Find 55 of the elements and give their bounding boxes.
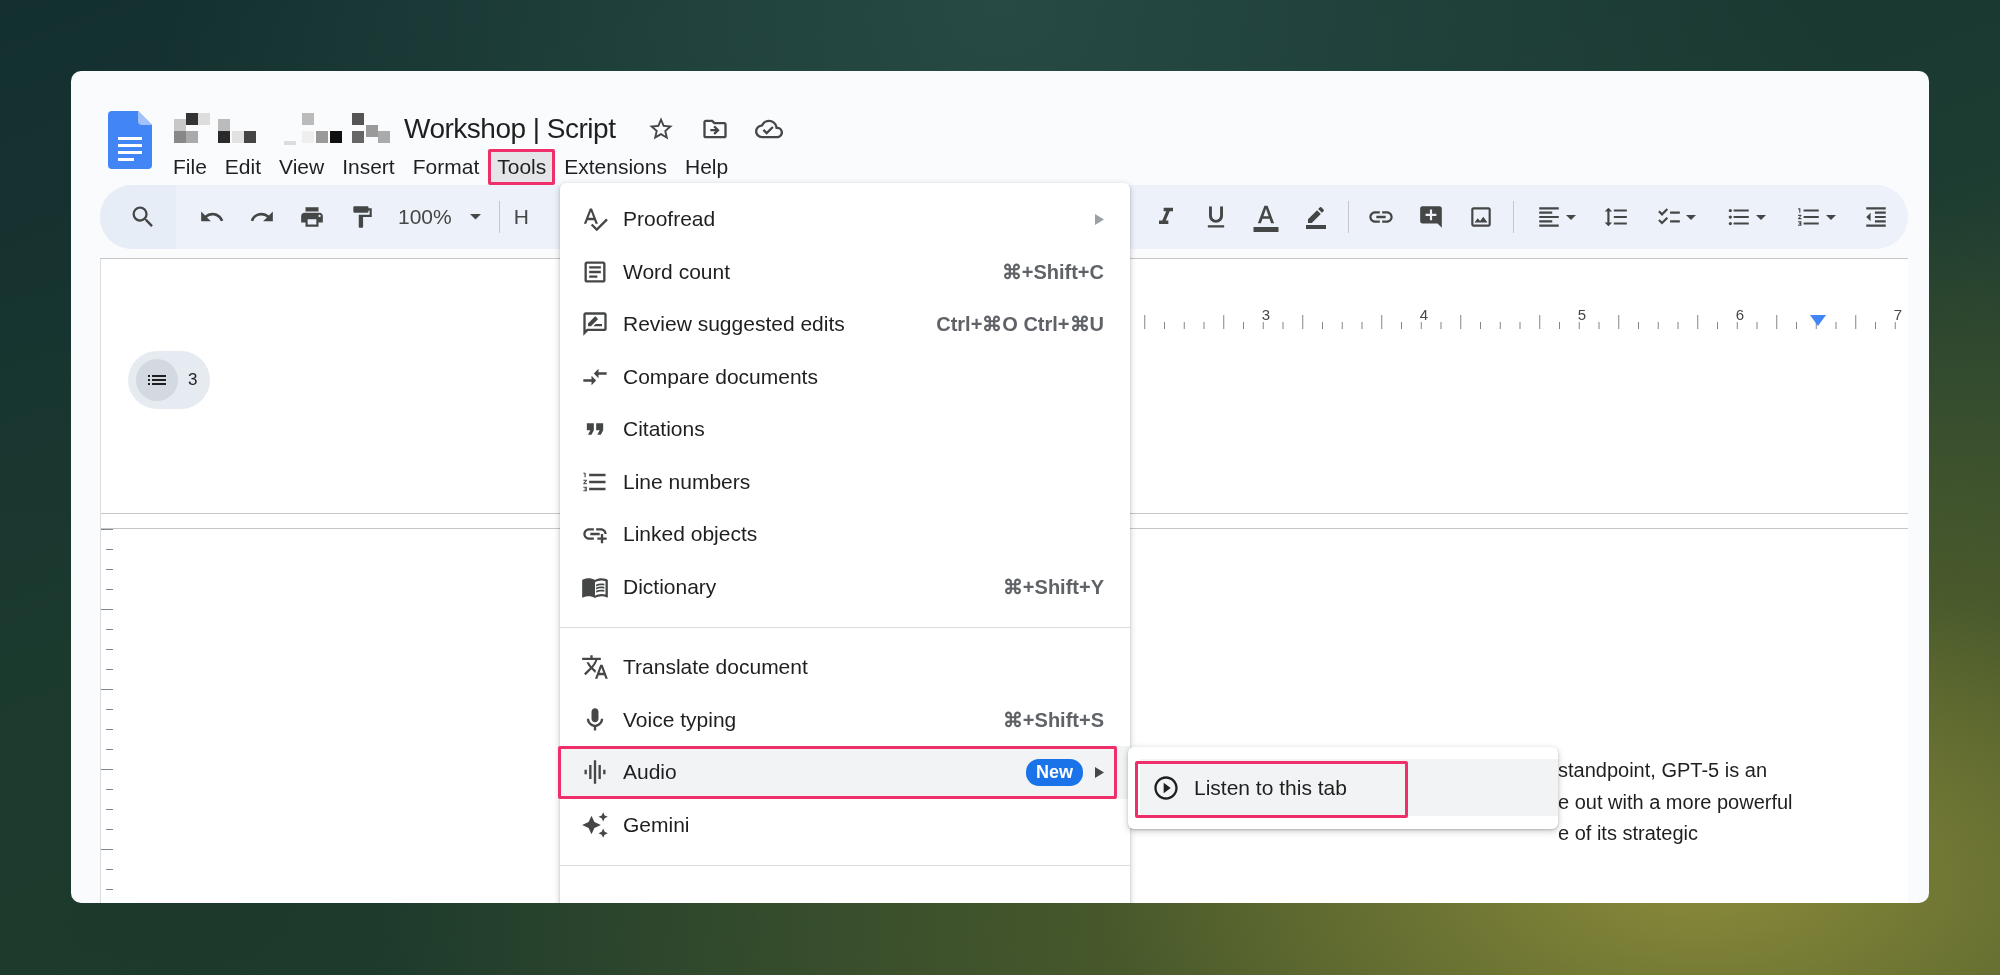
zoom-dropdown[interactable]: 100% <box>394 199 485 235</box>
print-icon <box>299 204 325 230</box>
document-text: standpoint, GPT-5 is an <box>1558 758 1768 783</box>
menu-bar-item[interactable]: Insert <box>333 149 404 185</box>
ruler-number: 3 <box>1261 306 1271 323</box>
shortcut-text: ⌘+Shift+C <box>1001 259 1104 284</box>
caret-icon <box>469 214 481 220</box>
caret-icon <box>1566 214 1576 220</box>
menu-item[interactable]: Audio New <box>560 746 1130 799</box>
image-icon <box>1468 204 1494 230</box>
menu-bar-item[interactable]: File <box>164 149 216 185</box>
menu-item[interactable]: Translate document <box>560 641 1130 694</box>
new-badge: New <box>1026 758 1083 786</box>
indent-marker-icon[interactable] <box>1810 315 1826 326</box>
outline-button[interactable]: 3 <box>128 351 210 409</box>
caret-icon <box>1686 214 1696 220</box>
menu-bar-item[interactable]: Extensions <box>555 149 676 185</box>
search-button[interactable] <box>100 185 176 249</box>
menu-item[interactable]: Word count ⌘+Shift+C <box>560 245 1130 298</box>
style-dropdown[interactable]: H <box>513 205 529 229</box>
caret-icon <box>1826 214 1836 220</box>
menu-item[interactable]: Voice typing ⌘+Shift+S <box>560 693 1130 746</box>
translate-icon <box>581 653 609 682</box>
menu-item[interactable]: Citations <box>560 403 1130 456</box>
menu-bar-item[interactable]: View <box>270 149 334 185</box>
shortcut-text: ⌘+Shift+Y <box>1002 574 1104 599</box>
menu-item[interactable]: Linked objects <box>560 508 1130 561</box>
menu-bar-item[interactable]: Format <box>403 149 489 185</box>
add-comment-icon <box>1418 204 1444 230</box>
docs-logo-icon <box>108 111 152 169</box>
menu-item[interactable]: Compare documents <box>560 350 1130 403</box>
menu-bar-item[interactable]: Edit <box>215 149 271 185</box>
shortcut-text: ⌘+Shift+S <box>1002 707 1104 732</box>
menu-item[interactable]: Line numbers <box>560 455 1130 508</box>
shortcut-text: Ctrl+⌘O Ctrl+⌘U <box>936 312 1104 337</box>
menu-item[interactable]: Gemini <box>560 798 1130 851</box>
menu-bar-item[interactable]: Tools <box>488 149 556 185</box>
menu-item[interactable]: Proofread <box>560 193 1130 246</box>
ruler-number: 7 <box>1893 306 1903 323</box>
submenu-arrow-icon <box>1095 766 1104 778</box>
ruler-number: 4 <box>1419 306 1429 323</box>
align-left-icon <box>1536 204 1562 230</box>
decrease-indent-icon <box>1863 204 1889 230</box>
menu-bar-item[interactable]: Help <box>676 149 738 185</box>
document-text: e of its strategic <box>1558 821 1700 846</box>
ruler-number: 6 <box>1735 306 1745 323</box>
highlighter-icon <box>1304 205 1328 229</box>
menu-item[interactable]: Review suggested edits Ctrl+⌘O Ctrl+⌘U <box>560 298 1130 351</box>
submenu-arrow-icon <box>1095 213 1104 225</box>
menu-item[interactable]: Dictionary ⌘+Shift+Y <box>560 560 1130 613</box>
document-title[interactable]: Workshop | Script <box>404 113 616 145</box>
sparkle-icon <box>581 810 609 839</box>
document-text: e out with a more powerful <box>1558 789 1793 815</box>
caret-icon <box>1756 214 1766 220</box>
ruler-number: 5 <box>1577 306 1587 323</box>
